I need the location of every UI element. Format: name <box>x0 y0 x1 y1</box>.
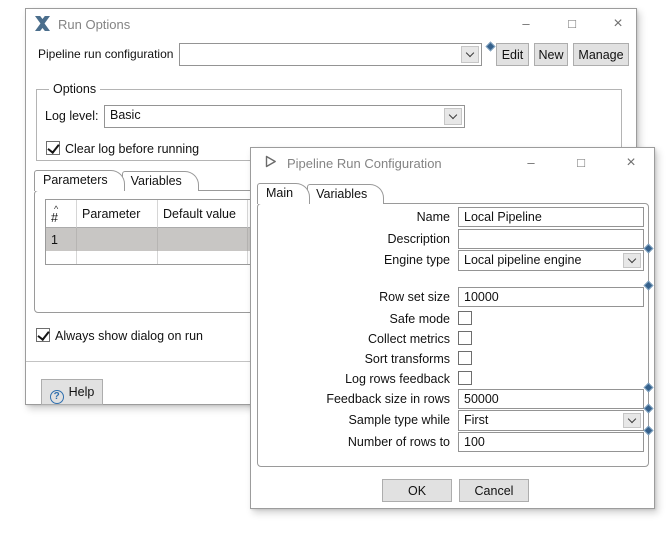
row-set-size-label: Row set size <box>258 290 450 304</box>
variable-diamond-icon <box>486 42 496 52</box>
safe-mode-checkbox[interactable] <box>458 311 472 325</box>
pipeline-run-configuration-combo[interactable] <box>179 43 482 66</box>
column-header-parameter[interactable]: Parameter <box>77 200 158 228</box>
field-row-name: Name <box>258 207 648 228</box>
column-header-num[interactable]: ^ # <box>46 200 77 228</box>
log-rows-feedback-label: Log rows feedback <box>258 372 450 386</box>
field-row-description: Description <box>258 229 648 250</box>
log-rows-feedback-checkbox[interactable] <box>458 371 472 385</box>
clear-log-checkbox[interactable] <box>46 141 60 155</box>
main-tab-panel: Name Description Engine type Local pipel… <box>257 203 649 467</box>
variable-diamond-icon <box>644 281 654 291</box>
window-title: Run Options <box>58 17 130 32</box>
field-row-number-of-rows: Number of rows to <box>258 432 648 453</box>
variable-diamond-icon <box>644 383 654 393</box>
manage-button[interactable]: Manage <box>573 43 629 66</box>
maximize-button[interactable]: □ <box>559 14 585 34</box>
close-button[interactable]: × <box>618 153 644 173</box>
field-row-safe-mode: Safe mode <box>258 309 648 330</box>
combo-value: Basic <box>105 106 442 127</box>
chevron-down-icon[interactable] <box>623 253 641 268</box>
play-triangle-icon <box>263 154 278 169</box>
cell-num[interactable]: 1 <box>46 228 77 251</box>
collect-metrics-checkbox[interactable] <box>458 331 472 345</box>
edit-button[interactable]: Edit <box>496 43 529 66</box>
pipeline-run-configuration-window: Pipeline Run Configuration – □ × Main Va… <box>250 147 655 509</box>
safe-mode-label: Safe mode <box>258 312 450 326</box>
chevron-down-icon[interactable] <box>623 413 641 428</box>
close-button[interactable]: × <box>605 14 631 34</box>
name-label: Name <box>258 210 450 224</box>
number-of-rows-input[interactable] <box>458 432 644 452</box>
description-field <box>458 229 644 249</box>
field-row-engine-type: Engine type Local pipeline engine <box>258 250 648 271</box>
maximize-button[interactable]: □ <box>568 153 594 173</box>
sort-transforms-label: Sort transforms <box>258 352 450 366</box>
sort-transforms-checkbox[interactable] <box>458 351 472 365</box>
new-button[interactable]: New <box>534 43 568 66</box>
sample-type-field: First <box>458 410 644 431</box>
feedback-size-input[interactable] <box>458 389 644 409</box>
field-row-log-rows-feedback: Log rows feedback <box>258 369 648 390</box>
cell-default-value[interactable] <box>158 228 248 251</box>
variable-diamond-icon <box>644 404 654 414</box>
description-input[interactable] <box>458 229 644 249</box>
chevron-down-icon[interactable] <box>444 108 462 125</box>
sample-type-combo[interactable]: First <box>458 410 644 431</box>
tab-variables[interactable]: Variables <box>122 171 199 191</box>
minimize-button[interactable]: – <box>513 14 539 34</box>
description-label: Description <box>258 232 450 246</box>
engine-type-combo[interactable]: Local pipeline engine <box>458 250 644 271</box>
field-row-sample-type: Sample type while First <box>258 410 648 431</box>
feedback-size-label: Feedback size in rows <box>258 392 450 406</box>
clear-log-label: Clear log before running <box>65 142 199 156</box>
log-level-combo[interactable]: Basic <box>104 105 465 128</box>
column-header-num-label: # <box>51 214 58 223</box>
always-show-dialog-checkbox[interactable] <box>36 328 50 342</box>
always-show-dialog-label: Always show dialog on run <box>55 329 203 343</box>
sample-type-label: Sample type while <box>258 413 450 427</box>
row-set-size-field <box>458 287 644 307</box>
help-button-label: Help <box>69 385 95 399</box>
field-row-collect-metrics: Collect metrics <box>258 329 648 350</box>
pipeline-run-configuration-label: Pipeline run configuration <box>38 47 173 61</box>
collect-metrics-label: Collect metrics <box>258 332 450 346</box>
combo-value: Local pipeline engine <box>459 251 621 270</box>
engine-type-label: Engine type <box>258 253 450 267</box>
combo-value: First <box>459 411 621 430</box>
name-input[interactable] <box>458 207 644 227</box>
name-field <box>458 207 644 227</box>
field-row-sort-transforms: Sort transforms <box>258 349 648 370</box>
cancel-button[interactable]: Cancel <box>459 479 529 502</box>
combo-value <box>180 44 459 65</box>
tab-main[interactable]: Main <box>257 183 310 204</box>
cell-parameter[interactable] <box>77 228 158 251</box>
prc-tabbar: Main Variables <box>257 182 384 204</box>
field-row-feedback-size: Feedback size in rows <box>258 389 648 410</box>
variable-diamond-icon <box>644 244 654 254</box>
chevron-down-icon[interactable] <box>461 46 479 63</box>
field-row-row-set-size: Row set size <box>258 287 648 308</box>
hop-logo-icon <box>35 16 50 31</box>
number-of-rows-field <box>458 432 644 452</box>
window-title: Pipeline Run Configuration <box>287 156 442 171</box>
tab-parameters[interactable]: Parameters <box>34 170 125 191</box>
minimize-button[interactable]: – <box>518 153 544 173</box>
engine-type-field: Local pipeline engine <box>458 250 644 271</box>
ok-button[interactable]: OK <box>382 479 452 502</box>
feedback-size-field <box>458 389 644 409</box>
log-level-label: Log level: <box>45 109 99 123</box>
run-options-tabbar: Parameters Variables <box>34 170 199 191</box>
column-header-default-value[interactable]: Default value <box>158 200 248 228</box>
tab-variables[interactable]: Variables <box>307 184 384 204</box>
row-set-size-input[interactable] <box>458 287 644 307</box>
options-group-legend: Options <box>49 82 100 96</box>
help-icon: ? <box>50 390 64 404</box>
help-button[interactable]: ? Help <box>41 379 103 405</box>
number-of-rows-label: Number of rows to <box>258 435 450 449</box>
variable-diamond-icon <box>644 426 654 436</box>
